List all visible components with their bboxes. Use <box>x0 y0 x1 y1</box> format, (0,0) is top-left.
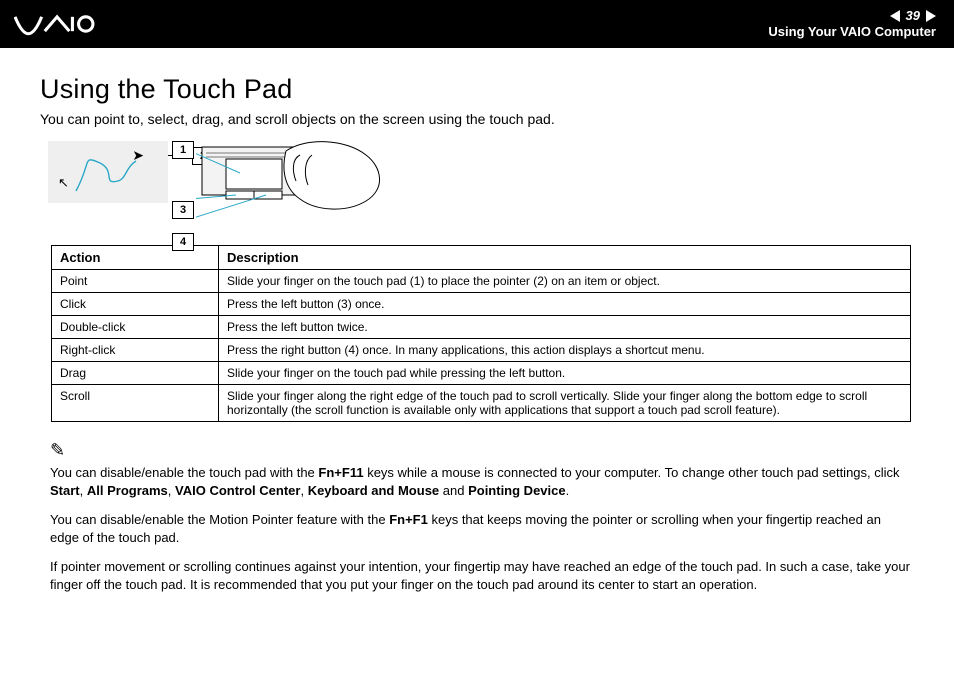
note-paragraph-1: You can disable/enable the touch pad wit… <box>50 464 912 499</box>
next-page-icon[interactable] <box>926 10 936 22</box>
diagram-row: ↖ ➤ 2 1 3 4 <box>48 141 922 231</box>
table-row: Point Slide your finger on the touch pad… <box>52 270 911 293</box>
cell-desc: Press the left button twice. <box>219 316 911 339</box>
actions-table: Action Description Point Slide your fing… <box>51 245 911 422</box>
manual-page: 39 Using Your VAIO Computer Using the To… <box>0 0 954 674</box>
ui-path: Pointing Device <box>468 483 566 498</box>
table-row: Scroll Slide your finger along the right… <box>52 385 911 422</box>
diagram-pointer: ↖ ➤ 2 <box>48 141 168 203</box>
header-right: 39 Using Your VAIO Computer <box>768 8 936 41</box>
page-number: 39 <box>906 8 920 24</box>
vaio-logo-icon <box>14 10 96 38</box>
section-title: Using Your VAIO Computer <box>768 24 936 40</box>
table-row: Double-click Press the left button twice… <box>52 316 911 339</box>
cell-desc: Slide your finger on the touch pad while… <box>219 362 911 385</box>
kbd-combo: Fn+F1 <box>389 512 428 527</box>
note-text: , <box>168 483 175 498</box>
intro-text: You can point to, select, drag, and scro… <box>40 111 922 127</box>
kbd-combo: Fn+F11 <box>318 465 363 480</box>
note-text: keys while a mouse is connected to your … <box>364 465 900 480</box>
pencil-icon: ✎ <box>50 438 912 462</box>
table-row: Click Press the left button (3) once. <box>52 293 911 316</box>
cell-desc: Press the right button (4) once. In many… <box>219 339 911 362</box>
ui-path: All Programs <box>87 483 168 498</box>
notes: ✎ You can disable/enable the touch pad w… <box>50 438 912 594</box>
cell-desc: Press the left button (3) once. <box>219 293 911 316</box>
th-description: Description <box>219 246 911 270</box>
table-row: Drag Slide your finger on the touch pad … <box>52 362 911 385</box>
note-paragraph-3: If pointer movement or scrolling continu… <box>50 558 912 593</box>
page-title: Using the Touch Pad <box>40 74 922 105</box>
cell-action: Click <box>52 293 219 316</box>
callout-3: 3 <box>172 201 194 219</box>
cursor-icon: ↖ <box>58 175 69 191</box>
note-text: You can disable/enable the touch pad wit… <box>50 465 318 480</box>
cell-action: Right-click <box>52 339 219 362</box>
ui-path: VAIO Control Center <box>175 483 300 498</box>
diagram-touchpad: 1 3 4 <box>196 141 396 231</box>
note-paragraph-2: You can disable/enable the Motion Pointe… <box>50 511 912 546</box>
note-text: You can disable/enable the Motion Pointe… <box>50 512 389 527</box>
page-nav: 39 <box>768 8 936 24</box>
arrow-cursor-icon: ➤ <box>132 147 144 164</box>
note-text: . <box>566 483 570 498</box>
header-band: 39 Using Your VAIO Computer <box>0 0 954 48</box>
cell-desc: Slide your finger along the right edge o… <box>219 385 911 422</box>
callout-1: 1 <box>172 141 194 159</box>
note-text: , <box>300 483 307 498</box>
callout-4: 4 <box>172 233 194 251</box>
note-text: , <box>80 483 87 498</box>
cell-action: Double-click <box>52 316 219 339</box>
table-row: Right-click Press the right button (4) o… <box>52 339 911 362</box>
ui-path: Keyboard and Mouse <box>308 483 439 498</box>
cell-action: Scroll <box>52 385 219 422</box>
note-text: and <box>439 483 468 498</box>
prev-page-icon[interactable] <box>890 10 900 22</box>
cell-desc: Slide your finger on the touch pad (1) t… <box>219 270 911 293</box>
cell-action: Drag <box>52 362 219 385</box>
page-content: Using the Touch Pad You can point to, se… <box>0 48 954 622</box>
cell-action: Point <box>52 270 219 293</box>
ui-path: Start <box>50 483 80 498</box>
